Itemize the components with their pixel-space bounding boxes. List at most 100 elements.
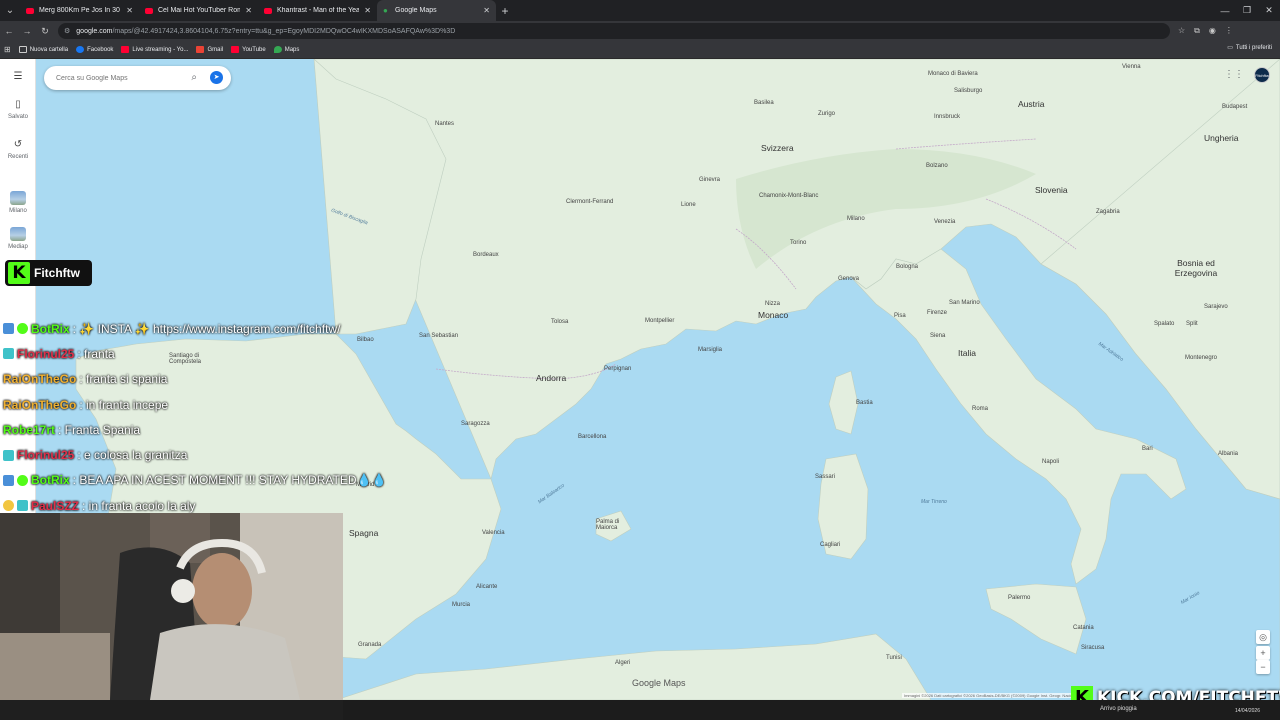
chat-text: : e colosa la granitza	[77, 448, 188, 463]
label-country: Svizzera	[761, 143, 794, 153]
label-country: Bosnia ed Erzegovina	[1174, 258, 1218, 278]
label-city: Valencia	[482, 530, 505, 536]
label-city: Bordeaux	[473, 252, 499, 258]
label-city: Saragozza	[461, 421, 490, 427]
bookmark-maps[interactable]: Maps	[273, 46, 299, 53]
label-city: Murcia	[452, 602, 471, 608]
menu-button[interactable]: ☰	[0, 71, 36, 86]
rail-mediap[interactable]: Mediap	[0, 227, 36, 250]
avatar[interactable]: Fitchftw	[1254, 67, 1270, 83]
label-city: Split	[1186, 321, 1198, 327]
chat-message: Florinul25 : franta	[3, 341, 433, 366]
profile-icon[interactable]: ◉	[1209, 26, 1216, 36]
youtube-icon	[145, 7, 153, 14]
label-city: Sassari	[815, 474, 836, 480]
bookmark-live[interactable]: Live streaming - Yo...	[121, 46, 188, 53]
system-date[interactable]: 14/04/2026	[1235, 708, 1260, 714]
bookmark-youtube[interactable]: YouTube	[231, 46, 266, 53]
label-city: Basilea	[754, 100, 774, 106]
chat-username: Florinul25	[17, 346, 75, 361]
all-bookmarks[interactable]: ▭ Tutti i preferiti	[1227, 44, 1272, 52]
label-city: Siracusa	[1081, 645, 1105, 651]
tab-3[interactable]: ● Google Maps ✕	[377, 0, 496, 21]
search-input[interactable]	[56, 74, 184, 82]
tab-2[interactable]: Khantrast - Man of the Year - Y ✕	[258, 0, 377, 21]
label-city: Barcellona	[578, 434, 607, 440]
label-city: Marsiglia	[698, 347, 723, 353]
label-city: Roma	[972, 406, 989, 412]
label-city: Alicante	[476, 584, 498, 590]
label-city: Nantes	[435, 121, 455, 127]
bookmark-gmail[interactable]: Gmail	[196, 46, 223, 53]
label-city: Innsbruck	[934, 114, 961, 120]
close-icon[interactable]: ✕	[483, 6, 490, 15]
address-bar-row: ← → ↻ ⚙ google.com/maps/@42.4917424,3.86…	[0, 21, 1280, 41]
url-input[interactable]: ⚙ google.com/maps/@42.4917424,3.8604104,…	[58, 23, 1170, 39]
youtube-icon	[231, 46, 240, 53]
toolbar-icons: ☆ ⧉ ◉ ⋮	[1178, 26, 1233, 36]
back-icon[interactable]: ←	[0, 26, 18, 36]
bot-badge-icon	[3, 323, 14, 335]
label-city: Siena	[930, 333, 946, 339]
tab-title: Khantrast - Man of the Year - Y	[277, 7, 360, 14]
emoji-badge-icon	[3, 500, 14, 512]
label-country: Spagna	[349, 528, 379, 538]
chat-text: : in franta incepe	[79, 397, 169, 412]
label-city: Monaco di Baviera	[928, 71, 978, 77]
tab-0[interactable]: Merg 800Km Pe Jos In 30 Zile ✕	[20, 0, 139, 21]
weather-status[interactable]: Arrivo pioggia	[1100, 706, 1137, 712]
tab-search-icon[interactable]: ⌄	[0, 0, 20, 21]
tab-1[interactable]: Cel Mai Hot YouTuber Român ✕	[139, 0, 258, 21]
label-country: Austria	[1018, 99, 1045, 109]
new-tab-button[interactable]: +	[496, 4, 514, 18]
site-info-icon[interactable]: ⚙	[64, 27, 70, 35]
google-apps-icon[interactable]: ⋮⋮	[1224, 69, 1244, 80]
label-city: San Marino	[949, 300, 980, 306]
rail-saved[interactable]: ▯ Salvato	[0, 99, 36, 120]
bookmark-folder[interactable]: Nuova cartella	[18, 46, 68, 53]
chat-text: : Franta Spania	[58, 422, 141, 437]
label-city: Bari	[1142, 446, 1153, 452]
zoom-in-button[interactable]: +	[1256, 646, 1270, 660]
maps-pin-icon	[273, 46, 282, 53]
label-city: Spalato	[1154, 321, 1175, 327]
tab-title: Google Maps	[395, 7, 437, 14]
label-city: Milano	[847, 216, 865, 222]
folder-icon: ▭	[1227, 45, 1233, 51]
directions-icon[interactable]: ➤	[210, 71, 223, 84]
chat-username: Florinul25	[17, 448, 75, 463]
youtube-icon	[121, 46, 130, 53]
label-city: Bologna	[896, 264, 919, 270]
maps-pin-icon: ●	[383, 5, 388, 15]
bookmark-star-icon[interactable]: ☆	[1178, 26, 1185, 36]
label-country: Montenegro	[1185, 355, 1218, 361]
label-city: Cagliari	[820, 542, 841, 548]
chat-message: RaiOnTheGo : in franta incepe	[3, 392, 433, 417]
label-city: Bastia	[856, 400, 873, 406]
my-location-button[interactable]: ◎	[1256, 630, 1270, 644]
extensions-icon[interactable]: ⧉	[1194, 26, 1200, 36]
folder-icon	[18, 46, 27, 53]
label-city: Catania	[1073, 625, 1094, 631]
close-window-icon[interactable]: ✕	[1258, 5, 1280, 16]
apps-grid-icon[interactable]: ⊞	[4, 45, 11, 54]
menu-icon[interactable]: ⋮	[1225, 26, 1233, 36]
reload-icon[interactable]: ↻	[36, 26, 54, 37]
label-city: Ginevra	[699, 177, 721, 183]
close-icon[interactable]: ✕	[245, 6, 252, 15]
bookmark-facebook[interactable]: Facebook	[76, 46, 113, 53]
bookmarks-bar: ⊞ Nuova cartella Facebook Live streaming…	[0, 41, 1280, 59]
close-icon[interactable]: ✕	[126, 6, 133, 15]
search-icon[interactable]: ⌕	[191, 72, 197, 83]
rail-recent[interactable]: ↺ Recenti	[0, 139, 36, 160]
close-icon[interactable]: ✕	[364, 6, 371, 15]
chat-username: BotRix	[31, 321, 70, 336]
search-box[interactable]: ⌕ ➤	[44, 66, 231, 90]
forward-icon[interactable]: →	[18, 26, 36, 36]
chat-message: BotRix : ✨ INSTA ✨ https://www.instagram…	[3, 316, 433, 341]
label-city: Vienna	[1122, 64, 1141, 70]
restore-icon[interactable]: ❐	[1236, 5, 1258, 16]
zoom-out-button[interactable]: −	[1256, 660, 1270, 674]
minimize-icon[interactable]: —	[1214, 6, 1236, 16]
rail-milano[interactable]: Milano	[0, 191, 36, 214]
